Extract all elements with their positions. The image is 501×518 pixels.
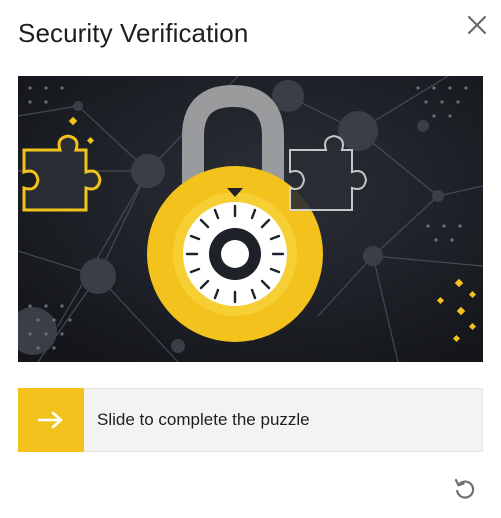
slider-label: Slide to complete the puzzle: [97, 410, 310, 429]
refresh-icon[interactable]: [452, 476, 478, 502]
slider-handle[interactable]: [18, 388, 84, 452]
puzzle-image: [18, 76, 483, 362]
arrow-right-icon: [37, 411, 63, 429]
dialog-title: Security Verification: [18, 18, 249, 48]
close-icon[interactable]: [466, 14, 488, 36]
slider-track[interactable]: Slide to complete the puzzle: [18, 388, 483, 452]
